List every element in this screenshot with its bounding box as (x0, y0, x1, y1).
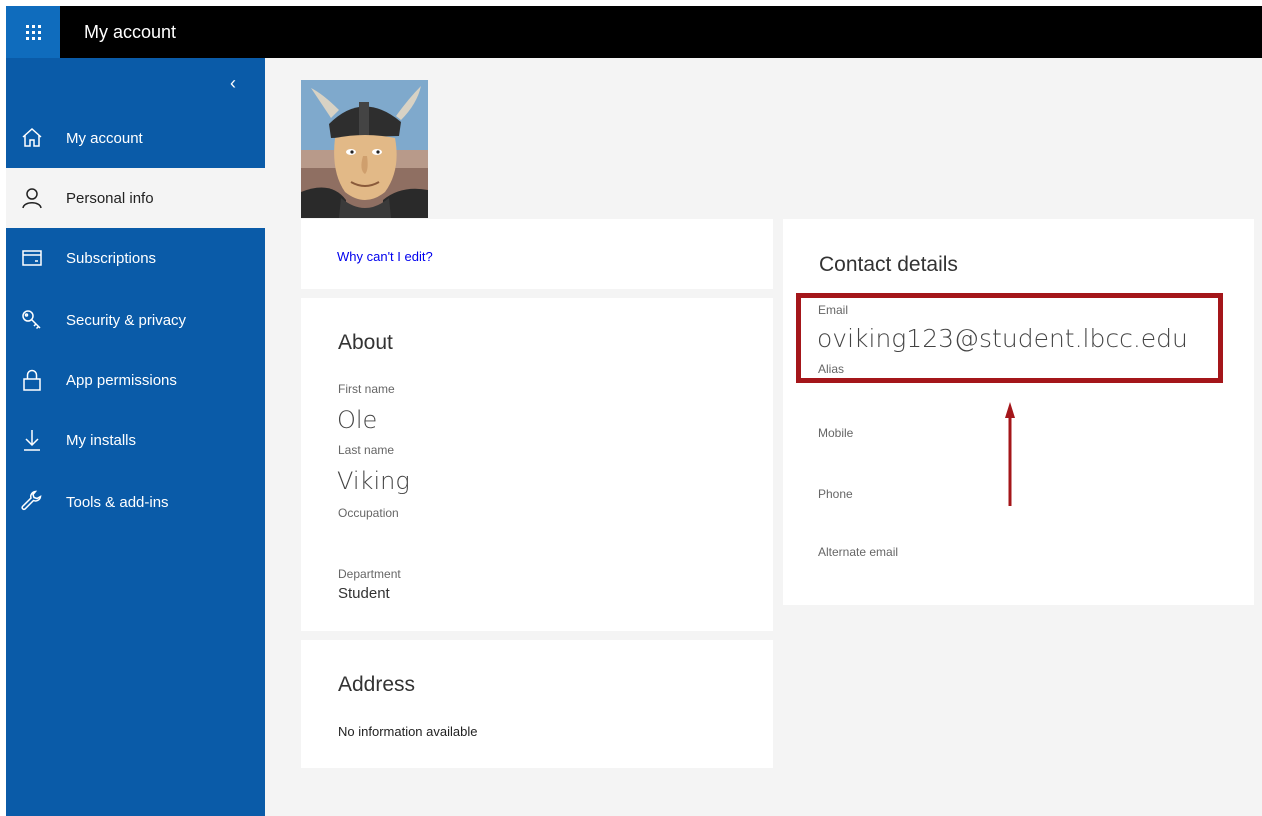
occupation-label: Occupation (338, 506, 399, 520)
sidebar-item-label: Tools & add-ins (66, 493, 169, 511)
sidebar-item-app-permissions[interactable]: App permissions (6, 350, 265, 410)
download-icon (18, 426, 46, 454)
contact-details-card: Contact details Email oviking123@student… (783, 219, 1254, 605)
phone-label: Phone (818, 487, 853, 501)
sidebar-item-label: App permissions (66, 371, 177, 389)
collapse-sidebar-button[interactable]: ‹ (230, 72, 244, 94)
sidebar: ‹ My account Personal info Subscriptions… (6, 58, 265, 816)
sidebar-item-personal-info[interactable]: Personal info (6, 168, 265, 228)
sidebar-item-subscriptions[interactable]: Subscriptions (6, 228, 265, 288)
about-card: About First name Ole Last name Viking Oc… (301, 298, 773, 631)
alternate-email-label: Alternate email (818, 545, 899, 559)
first-name-label: First name (338, 382, 395, 396)
last-name-value: Viking (337, 467, 410, 495)
app-title: My account (84, 22, 177, 42)
waffle-icon (25, 24, 41, 40)
up-arrow-icon (1005, 402, 1015, 506)
edit-info-card: Why can't I edit? (301, 219, 773, 289)
about-title: About (338, 331, 393, 354)
address-title: Address (338, 673, 416, 696)
address-empty-text: No information available (338, 724, 478, 739)
sidebar-item-label: Security & privacy (66, 311, 187, 329)
profile-avatar[interactable] (301, 80, 428, 218)
lock-icon (18, 366, 46, 394)
email-highlight-box (796, 293, 1223, 383)
key-icon (18, 306, 46, 334)
sidebar-item-my-account[interactable]: My account (6, 108, 265, 168)
home-icon (18, 124, 46, 152)
wrench-icon (18, 488, 46, 516)
sidebar-item-label: My installs (66, 431, 137, 449)
first-name-value: Ole (337, 406, 378, 434)
department-value: Student (338, 585, 390, 602)
main-content: Why can't I edit? About First name Ole L… (265, 58, 1262, 816)
department-label: Department (338, 567, 401, 581)
person-icon (18, 184, 46, 212)
address-card: Address No information available (301, 640, 773, 768)
sidebar-item-label: My account (66, 129, 143, 147)
contact-details-title: Contact details (819, 253, 958, 276)
sidebar-item-tools-addins[interactable]: Tools & add-ins (6, 472, 265, 532)
sidebar-item-my-installs[interactable]: My installs (6, 410, 265, 470)
why-cant-i-edit-link[interactable]: Why can't I edit? (337, 249, 433, 264)
sidebar-item-label: Personal info (66, 189, 154, 207)
top-bar: My account (6, 6, 1262, 58)
mobile-label: Mobile (818, 426, 854, 440)
sidebar-item-label: Subscriptions (66, 249, 157, 267)
app-launcher-button[interactable] (6, 6, 60, 58)
sidebar-item-security-privacy[interactable]: Security & privacy (6, 290, 265, 350)
card-icon (18, 244, 46, 272)
last-name-label: Last name (338, 443, 395, 457)
